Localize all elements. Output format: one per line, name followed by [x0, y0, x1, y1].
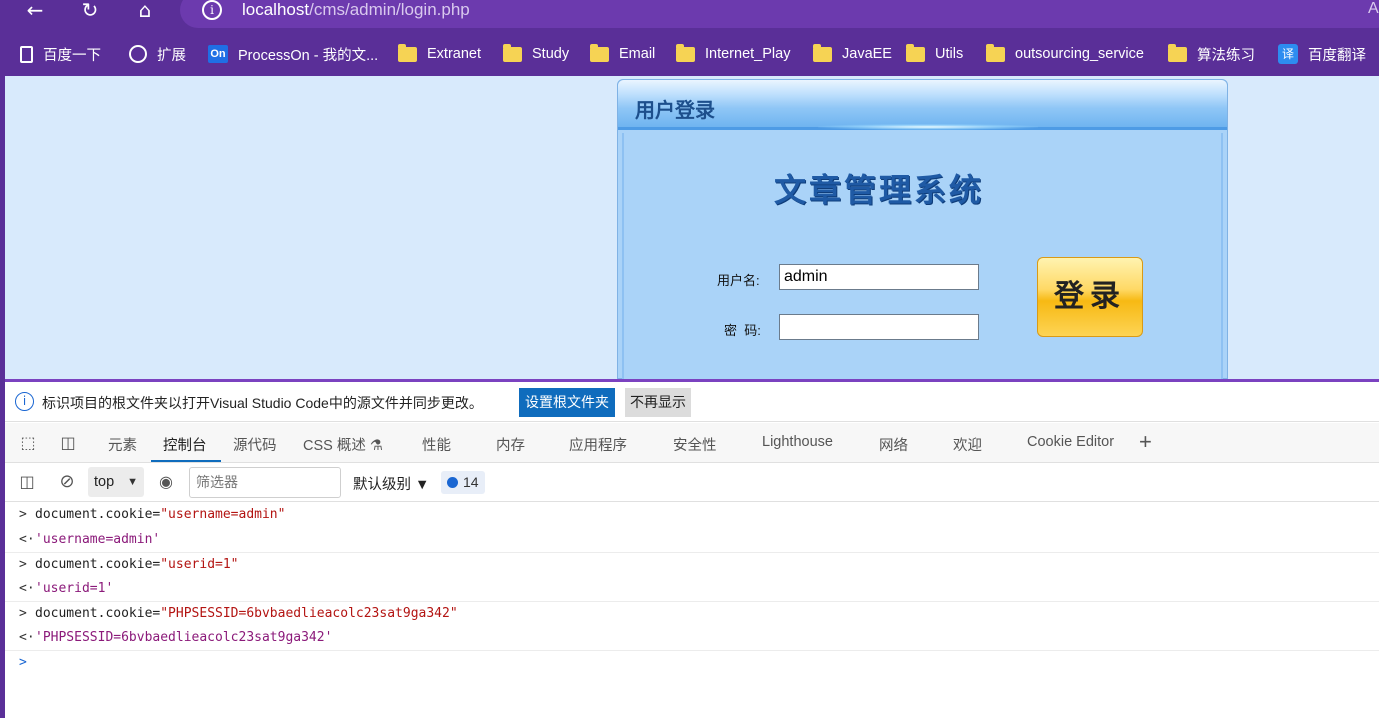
set-root-folder-button[interactable]: 设置根文件夹 — [519, 388, 615, 417]
bookmark-folder-study[interactable]: Study — [503, 42, 569, 66]
bookmark-baidu[interactable]: 百度一下 — [20, 42, 101, 66]
back-icon[interactable]: ← — [20, 0, 50, 24]
result-arrow-icon: <· — [19, 580, 35, 596]
processon-icon: On — [208, 45, 228, 63]
extensions-icon — [129, 45, 147, 63]
active-tab-indicator — [151, 460, 221, 462]
console-prompt[interactable]: > — [5, 650, 1379, 675]
bookmark-processon[interactable]: On ProcessOn - 我的文... — [208, 42, 378, 66]
log-level-dropdown[interactable]: 默认级别 ▼ — [353, 473, 429, 494]
system-title: 文章管理系统 — [774, 171, 985, 209]
bookmark-folder-internet-play[interactable]: Internet_Play — [676, 42, 790, 66]
reload-icon[interactable]: ↻ — [75, 0, 105, 24]
url-text[interactable]: localhost/cms/admin/login.php — [242, 0, 470, 20]
bookmark-folder-utils[interactable]: Utils — [906, 42, 963, 66]
message-count-badge[interactable]: 14 — [441, 471, 485, 494]
tab-memory[interactable]: 内存 — [496, 434, 525, 455]
folder-icon — [503, 43, 522, 62]
tab-css-overview[interactable]: CSS 概述 ⚗ — [303, 434, 383, 455]
live-expression-eye-icon[interactable]: ◉ — [155, 472, 177, 492]
console-result-line: <·'username=admin' — [5, 528, 1379, 553]
tab-network[interactable]: 网络 — [879, 434, 908, 455]
console-toolbar: ◫ ⊘ top ▼ ◉ 筛选器 默认级别 ▼ 14 — [5, 464, 1379, 502]
sidebar-toggle-icon[interactable]: ◫ — [16, 472, 38, 492]
bookmark-extensions[interactable]: 扩展 — [129, 42, 186, 66]
console-input-line: > document.cookie="PHPSESSID=6bvbaedlieac… — [5, 601, 1379, 626]
page-viewport: 用户登录 文章管理系统 用户名: admin 密 码: 登录 — [5, 76, 1379, 380]
login-panel-header: 用户登录 — [618, 80, 1227, 130]
browser-chrome: ← ↻ ⌂ i localhost/cms/admin/login.php A … — [0, 0, 1379, 76]
tab-security[interactable]: 安全性 — [673, 434, 717, 455]
home-icon[interactable]: ⌂ — [130, 0, 160, 24]
tab-performance[interactable]: 性能 — [422, 434, 451, 455]
login-panel-body: 文章管理系统 用户名: admin 密 码: 登录 — [622, 133, 1223, 380]
add-tab-icon[interactable]: + — [1139, 429, 1152, 455]
folder-icon — [1168, 43, 1187, 62]
bookmark-folder-javaee[interactable]: JavaEE — [813, 42, 892, 66]
tab-sources[interactable]: 源代码 — [233, 434, 277, 455]
password-input[interactable] — [779, 314, 979, 340]
folder-icon — [906, 43, 925, 62]
read-aloud-icon[interactable]: A — [1368, 0, 1379, 18]
site-info-icon[interactable]: i — [202, 0, 222, 20]
tab-elements[interactable]: 元素 — [108, 434, 137, 455]
username-label: 用户名: — [717, 273, 760, 288]
devtools-panel: i 标识项目的根文件夹以打开Visual Studio Code中的源文件并同步… — [5, 379, 1379, 718]
input-chevron-icon: > — [19, 507, 27, 522]
bookmark-folder-email[interactable]: Email — [590, 42, 655, 66]
console-result-line: <·'userid=1' — [5, 577, 1379, 602]
tab-console[interactable]: 控制台 — [163, 434, 207, 455]
tab-application[interactable]: 应用程序 — [569, 434, 627, 455]
username-input[interactable]: admin — [779, 264, 979, 290]
input-chevron-icon: > — [19, 557, 27, 572]
folder-icon — [986, 43, 1005, 62]
device-emulation-icon[interactable]: ◫ — [57, 433, 79, 453]
dont-show-again-button[interactable]: 不再显示 — [625, 388, 691, 417]
console-result-line: <· 'PHPSESSID=6bvbaedlieacolc23sat9ga342' — [5, 626, 1379, 651]
login-panel: 用户登录 文章管理系统 用户名: admin 密 码: 登录 — [617, 79, 1228, 380]
folder-icon — [676, 43, 695, 62]
prompt-chevron-icon: > — [19, 655, 27, 670]
bookmark-folder-outsourcing[interactable]: outsourcing_service — [986, 42, 1144, 66]
tab-welcome[interactable]: 欢迎 — [953, 434, 982, 455]
bookmark-folder-extranet[interactable]: Extranet — [398, 42, 481, 66]
devtools-tabbar: ⬚ ◫ 元素 控制台 源代码 CSS 概述 ⚗ 性能 内存 应用程序 安全性 L… — [5, 423, 1379, 463]
password-label: 密 码: — [724, 323, 761, 338]
bookmark-baidu-translate[interactable]: 译百度翻译 — [1278, 42, 1366, 66]
tab-lighthouse[interactable]: Lighthouse — [762, 434, 833, 450]
filter-input[interactable]: 筛选器 — [189, 467, 341, 498]
login-button[interactable]: 登录 — [1037, 257, 1143, 337]
console-input-line: > document.cookie="username=admin" — [5, 503, 1379, 528]
tab-cookie-editor[interactable]: Cookie Editor — [1027, 434, 1114, 450]
inspect-element-icon[interactable]: ⬚ — [17, 433, 39, 453]
info-icon: i — [15, 392, 34, 411]
folder-icon — [590, 43, 609, 62]
bookmark-folder-algorithms[interactable]: 算法练习 — [1168, 42, 1255, 66]
input-chevron-icon: > — [19, 606, 27, 621]
page-icon — [20, 45, 33, 63]
chevron-down-icon: ▼ — [127, 476, 138, 488]
result-arrow-icon: <· — [19, 531, 35, 547]
address-bar[interactable]: i localhost/cms/admin/login.php A — [180, 0, 1379, 28]
context-selector[interactable]: top ▼ — [88, 467, 144, 497]
folder-icon — [813, 43, 832, 62]
result-arrow-icon: <· — [19, 629, 35, 645]
folder-icon — [398, 43, 417, 62]
translate-icon: 译 — [1278, 44, 1298, 64]
bookmarks-bar: 百度一下 扩展 On ProcessOn - 我的文... Extranet St… — [0, 38, 1379, 70]
devtools-infobar: i 标识项目的根文件夹以打开Visual Studio Code中的源文件并同步… — [5, 382, 1379, 422]
infobar-message: 标识项目的根文件夹以打开Visual Studio Code中的源文件并同步更改… — [42, 395, 483, 411]
console-output[interactable]: > document.cookie="username=admin" <·'use… — [5, 503, 1379, 675]
panel-title: 用户登录 — [635, 98, 715, 122]
console-input-line: > document.cookie="userid=1" — [5, 552, 1379, 577]
clear-console-icon[interactable]: ⊘ — [56, 471, 78, 492]
